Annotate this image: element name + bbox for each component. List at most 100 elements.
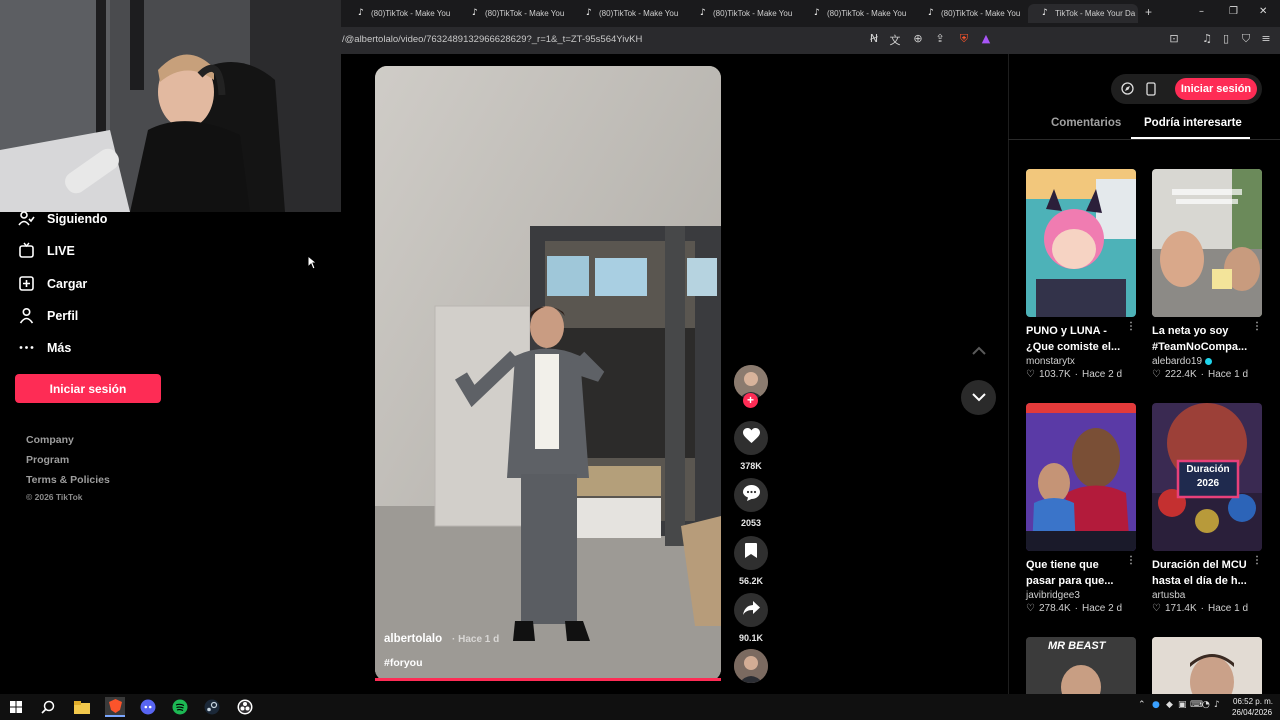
recommended-video-card[interactable]: Que tiene que pasar para que... javibrid…: [1026, 403, 1138, 614]
card-title: Que tiene que pasar para que...: [1026, 559, 1114, 587]
heart-icon: [742, 427, 760, 449]
url-field[interactable]: /@albertolalo/video/7632489132966628629?…: [342, 34, 642, 45]
clock-time[interactable]: 06:52 p. m.: [1233, 697, 1273, 706]
brave-rewards-icon[interactable]: ▲: [978, 32, 994, 48]
video-thumbnail[interactable]: [1026, 169, 1136, 317]
video-progress-bar[interactable]: [375, 678, 721, 681]
card-stats: ♡ 278.4K · Hace 2 d: [1026, 603, 1123, 614]
music-disc-avatar[interactable]: [734, 649, 768, 683]
card-author[interactable]: alebardo19: [1152, 356, 1264, 367]
volume-icon[interactable]: ♪: [1214, 700, 1220, 710]
login-button-top[interactable]: Iniciar sesión: [1175, 78, 1257, 100]
minimize-icon[interactable]: –: [1199, 6, 1204, 17]
more-options-icon[interactable]: ⋮: [1126, 555, 1136, 566]
sidebar-item-perfil[interactable]: Perfil: [18, 307, 78, 324]
card-author[interactable]: javibridgee3: [1026, 590, 1138, 601]
video-hashtag[interactable]: #foryou: [384, 657, 423, 669]
card-title: PUNO y LUNA - ¿Que comiste el...: [1026, 325, 1121, 353]
heart-outline-icon: ♡: [1152, 603, 1161, 614]
browser-tab[interactable]: ♪ (80)TikTok - Make You: [800, 4, 910, 23]
tab-podria-interesarte[interactable]: Podría interesarte: [1144, 117, 1242, 129]
vpn-icon[interactable]: ⛉: [1238, 32, 1254, 48]
save-count: 56.2K: [738, 576, 764, 586]
card-title: Duración del MCU hasta el día de h...: [1152, 559, 1247, 587]
card-author[interactable]: artusba: [1152, 590, 1264, 601]
like-button[interactable]: [734, 421, 768, 455]
brave-shield-icon[interactable]: ⛨: [956, 32, 972, 48]
share-icon[interactable]: ⇪: [932, 32, 948, 48]
previous-video-button[interactable]: [961, 333, 996, 368]
tiktok-icon: ♪: [586, 8, 592, 18]
video-thumbnail[interactable]: [1152, 169, 1262, 317]
tray-expand-icon[interactable]: ⌃: [1138, 700, 1146, 710]
more-options-icon[interactable]: ⋮: [1252, 555, 1262, 566]
mouse-cursor-icon: [307, 254, 318, 275]
following-icon: [18, 210, 35, 227]
browser-tab[interactable]: ♪ (80)TikTok - Make You: [344, 4, 454, 23]
more-options-icon[interactable]: ⋮: [1126, 321, 1136, 332]
phone-icon[interactable]: [1146, 82, 1156, 101]
wifi-icon[interactable]: ◔: [1202, 700, 1210, 710]
translate-icon[interactable]: 文: [887, 32, 903, 48]
screenshot-icon[interactable]: ⊡: [1166, 32, 1182, 48]
video-author[interactable]: albertolalo: [384, 633, 442, 645]
close-icon[interactable]: ✕: [1259, 6, 1267, 17]
video-time: · Hace 1 d: [452, 634, 500, 645]
footer-link-company[interactable]: Company: [26, 434, 74, 446]
menu-icon[interactable]: ≡: [1258, 32, 1274, 48]
browser-tab[interactable]: ♪ (80)TikTok - Make You: [914, 4, 1024, 23]
card-author[interactable]: monstarytx: [1026, 356, 1138, 367]
spotify-icon[interactable]: [170, 697, 190, 717]
more-options-icon[interactable]: ⋮: [1252, 321, 1262, 332]
next-video-button[interactable]: [961, 380, 996, 415]
discord-icon[interactable]: [138, 697, 158, 717]
tray-app-icon[interactable]: ●: [1152, 700, 1160, 710]
save-button[interactable]: [734, 536, 768, 570]
profile-icon: [18, 307, 35, 324]
search-icon[interactable]: [38, 697, 58, 717]
recommended-video-thumbnail[interactable]: MR BEAST: [1026, 637, 1136, 694]
footer-link-program[interactable]: Program: [26, 454, 69, 466]
video-player[interactable]: [375, 66, 721, 681]
obs-icon[interactable]: [235, 697, 255, 717]
comment-button[interactable]: [734, 478, 768, 512]
recommended-video-card[interactable]: Duración 2026 Duración del MCU hasta el …: [1152, 403, 1264, 614]
video-thumbnail[interactable]: Duración 2026: [1152, 403, 1262, 551]
reader-off-icon[interactable]: Ꞥ: [866, 32, 882, 48]
browser-tab[interactable]: ♪ (80)TikTok - Make You: [572, 4, 682, 23]
login-button[interactable]: Iniciar sesión: [15, 374, 161, 403]
brave-browser-icon[interactable]: [105, 697, 125, 717]
recommended-video-thumbnail[interactable]: [1152, 637, 1262, 694]
restore-icon[interactable]: ❐: [1229, 6, 1238, 17]
media-icon[interactable]: ♫: [1199, 32, 1215, 48]
zoom-icon[interactable]: ⊕: [910, 32, 926, 48]
steam-icon[interactable]: [202, 697, 222, 717]
heart-outline-icon: ♡: [1152, 369, 1161, 380]
tray-app-icon[interactable]: ▣: [1178, 700, 1187, 710]
browser-tab-active[interactable]: ♪ TikTok - Make Your Da: [1028, 4, 1138, 23]
browser-tab[interactable]: ♪ (80)TikTok - Make You: [458, 4, 568, 23]
browser-tab[interactable]: ♪ (80)TikTok - Make You: [686, 4, 796, 23]
card-stats: ♡ 103.7K · Hace 2 d: [1026, 369, 1123, 380]
share-button[interactable]: [734, 593, 768, 627]
sidebar-item-siguiendo[interactable]: Siguiendo: [18, 210, 107, 227]
recommended-video-card[interactable]: PUNO y LUNA - ¿Que comiste el... monstar…: [1026, 169, 1138, 380]
file-explorer-icon[interactable]: [72, 697, 92, 717]
compass-icon[interactable]: [1121, 82, 1134, 100]
clock-date[interactable]: 26/04/2026: [1232, 708, 1272, 717]
tray-app-icon[interactable]: ◆: [1166, 700, 1173, 710]
video-thumbnail[interactable]: [1026, 403, 1136, 551]
recommended-video-card[interactable]: La neta yo soy #TeamNoCompa... alebardo1…: [1152, 169, 1264, 380]
chevron-down-icon: [971, 389, 986, 407]
sidebar-item-live[interactable]: LIVE: [18, 242, 75, 259]
windows-start-icon[interactable]: [6, 697, 26, 717]
tiktok-icon: ♪: [358, 8, 364, 18]
sidebar-item-mas[interactable]: Más: [18, 339, 71, 356]
sidebar-toggle-icon[interactable]: ▯: [1218, 32, 1234, 48]
follow-button[interactable]: +: [743, 393, 758, 408]
footer-link-terms[interactable]: Terms & Policies: [26, 474, 110, 486]
sidebar-item-cargar[interactable]: Cargar: [18, 275, 87, 292]
tab-comentarios[interactable]: Comentarios: [1051, 117, 1121, 129]
new-tab-button[interactable]: +: [1145, 5, 1152, 19]
tiktok-icon: ♪: [814, 8, 820, 18]
